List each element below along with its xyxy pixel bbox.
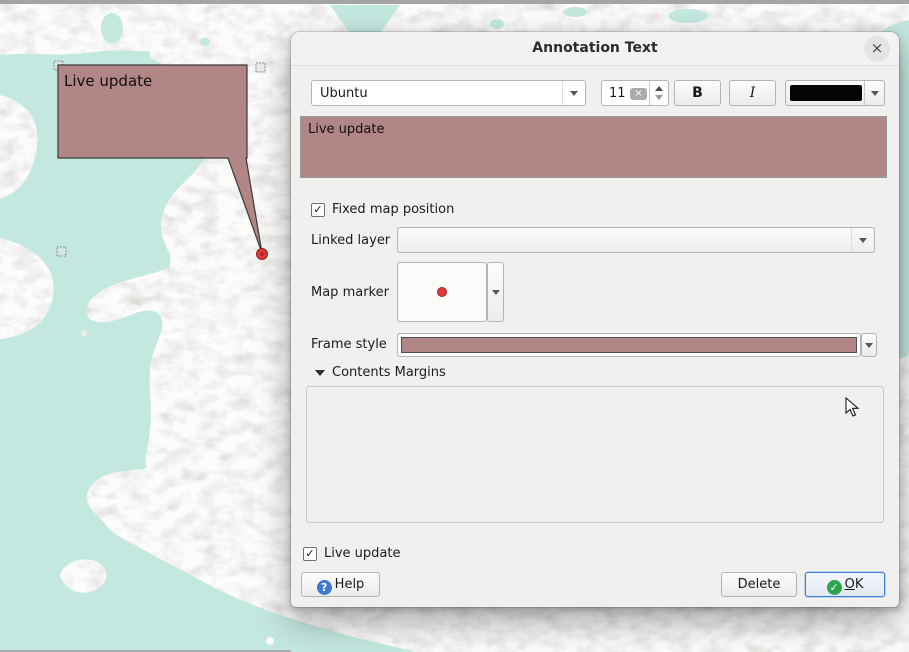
ok-button[interactable]: ✓OK (805, 572, 885, 597)
fixed-map-position-label: Fixed map position (332, 202, 454, 218)
ok-button-mnemonic: O (845, 577, 855, 592)
font-family-value: Ubuntu (320, 85, 368, 103)
window-top-edge (0, 0, 909, 4)
font-color-button[interactable] (785, 80, 885, 106)
linked-layer-label: Linked layer (311, 233, 390, 249)
contents-margins-header[interactable]: Contents Margins (332, 365, 446, 381)
help-button[interactable]: ?Help (301, 572, 380, 597)
close-icon: × (871, 39, 884, 57)
font-size-spinbox[interactable]: 11 × (601, 80, 669, 106)
delete-button[interactable]: Delete (721, 572, 797, 597)
help-icon: ? (317, 580, 332, 595)
live-update-label: Live update (324, 546, 400, 562)
check-icon: ✓ (305, 547, 314, 560)
frame-style-swatch (401, 337, 857, 353)
font-color-swatch (790, 85, 862, 101)
dialog-title: Annotation Text (291, 32, 899, 65)
bold-button[interactable]: B (674, 80, 721, 106)
italic-button[interactable]: I (729, 80, 776, 106)
ok-button-label: K (855, 577, 864, 592)
dialog-titlebar[interactable]: Annotation Text × (291, 32, 899, 66)
annotation-map-marker[interactable] (257, 249, 268, 260)
font-size-spin-buttons[interactable] (649, 81, 668, 105)
chevron-down-icon (851, 228, 874, 252)
marker-dot-icon (437, 287, 447, 297)
check-icon: ✓ (313, 203, 322, 216)
linked-layer-combobox[interactable] (397, 227, 875, 253)
chevron-down-icon (864, 81, 884, 105)
annotation-text-editor[interactable]: Live update (300, 116, 887, 178)
frame-style-dropdown-button[interactable] (861, 333, 877, 357)
frame-style-button[interactable] (397, 333, 861, 357)
annotation-text-dialog: Annotation Text × Ubuntu 11 × B I Live u… (291, 32, 899, 607)
spin-down-icon (655, 95, 663, 100)
map-marker-symbol-button[interactable] (397, 262, 487, 322)
help-button-label: Help (335, 577, 365, 592)
font-size-value: 11 (609, 85, 626, 103)
fixed-map-position-checkbox[interactable]: ✓ (311, 203, 325, 217)
frame-style-label: Frame style (311, 337, 387, 353)
annotation-text: Live update (64, 72, 152, 90)
chevron-down-icon (492, 290, 500, 295)
map-marker-dropdown-button[interactable] (487, 262, 504, 322)
chevron-down-icon (865, 343, 873, 348)
spin-up-icon (655, 86, 663, 91)
live-update-checkbox[interactable]: ✓ (303, 547, 317, 561)
mouse-cursor (845, 397, 863, 417)
clear-icon[interactable]: × (630, 88, 647, 100)
ok-check-icon: ✓ (827, 580, 842, 595)
contents-margins-group: Top 0.20 mm × Left 0.00 mm Right 0.00 m (306, 386, 884, 523)
chevron-down-icon (562, 81, 585, 105)
collapse-arrow-icon[interactable] (315, 370, 325, 376)
close-button[interactable]: × (864, 36, 890, 62)
map-marker-label: Map marker (311, 285, 389, 301)
font-family-combobox[interactable]: Ubuntu (311, 80, 586, 106)
qgis-map-window: Live update Annotation Text × Ubuntu 11 … (0, 0, 909, 652)
